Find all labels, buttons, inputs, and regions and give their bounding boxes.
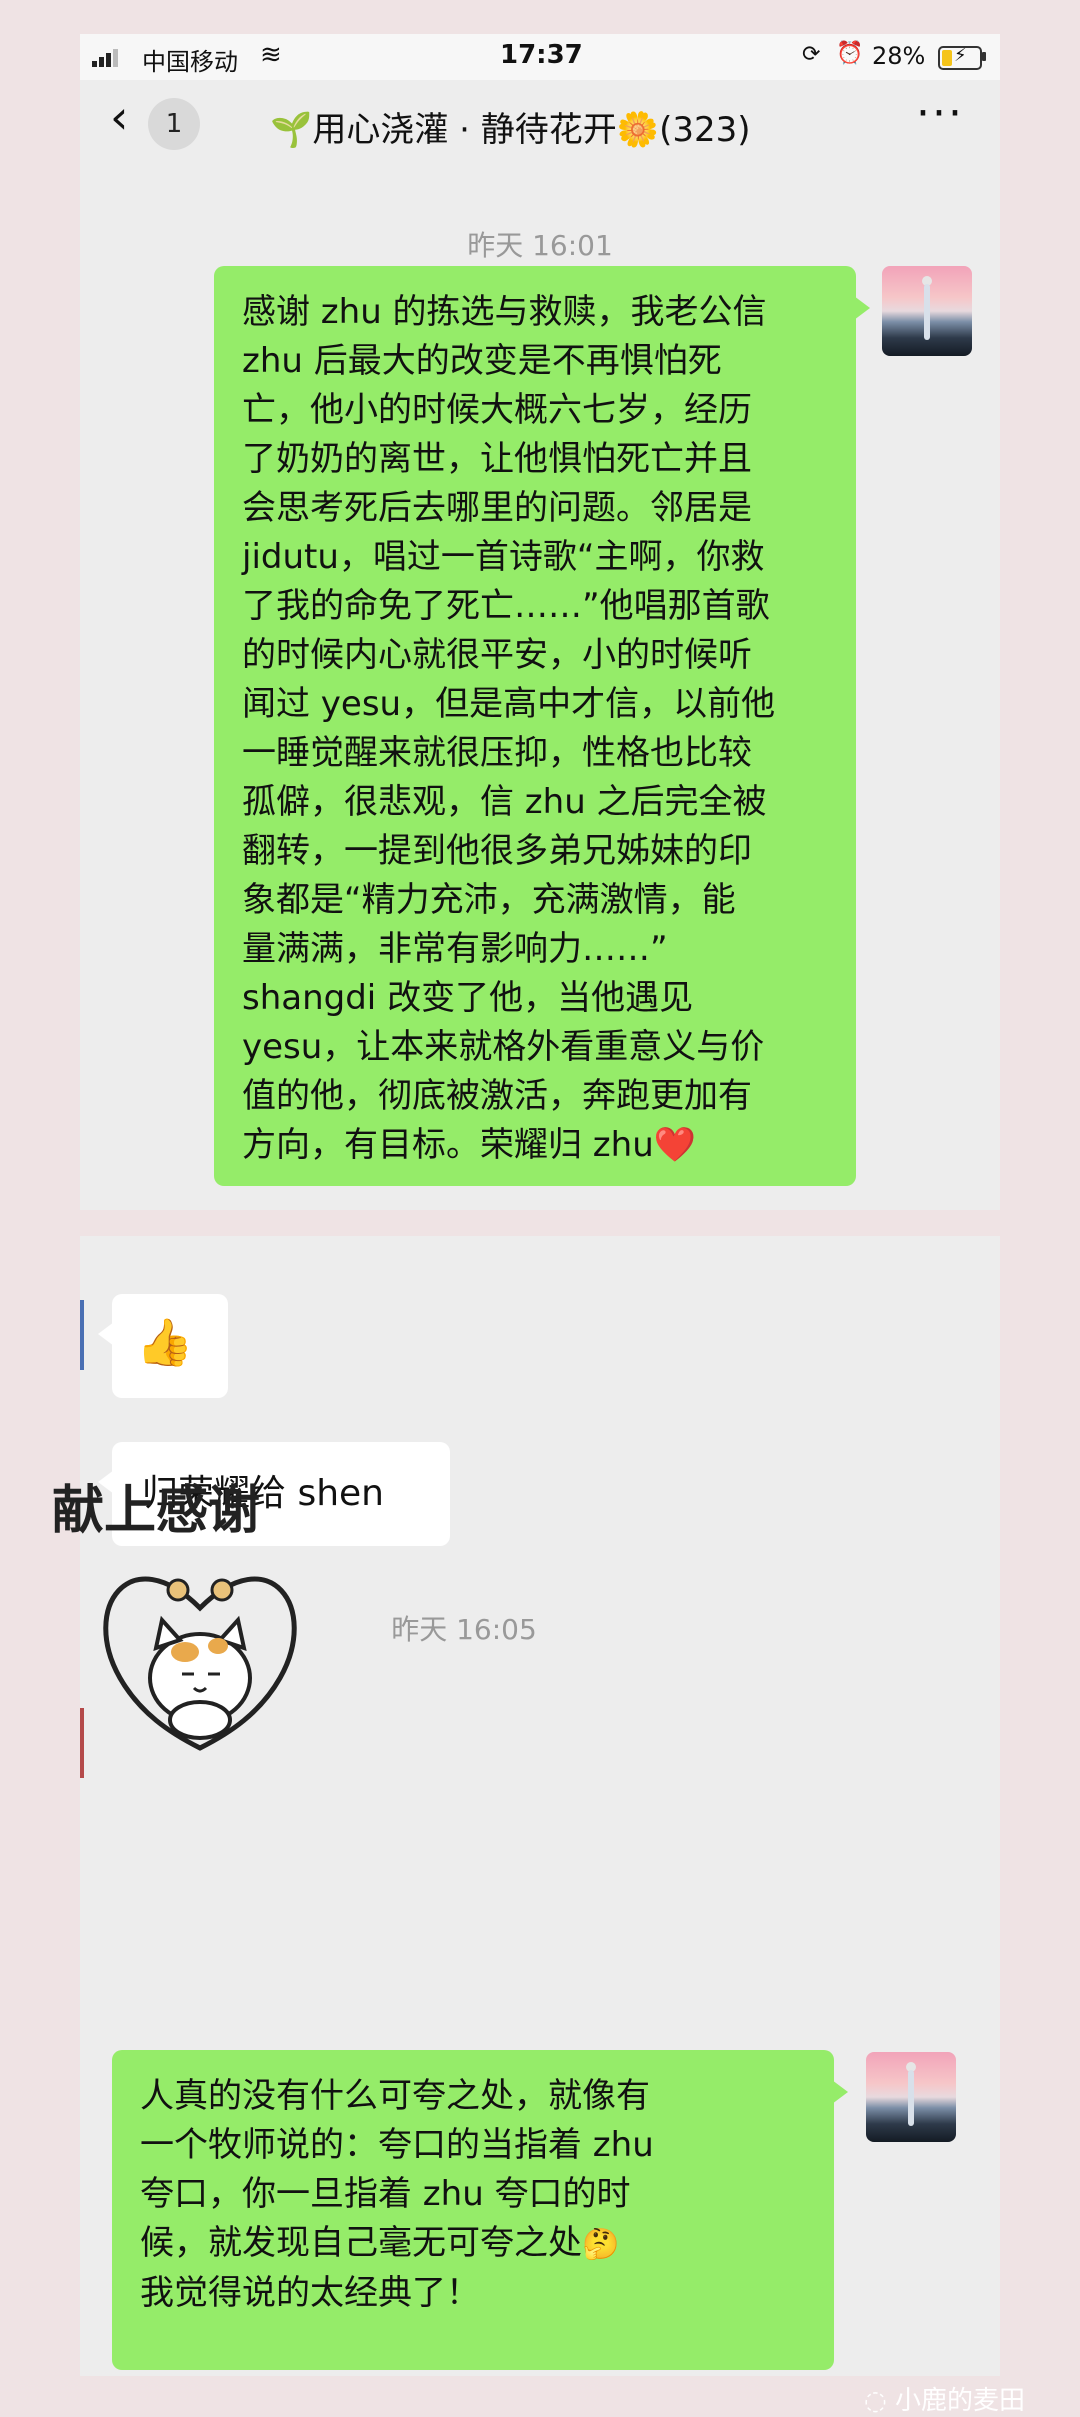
wifi-icon: ≋: [260, 40, 282, 70]
message-line: 方向，有目标。荣耀归 zhu❤️: [242, 1125, 697, 1165]
message-line: 孤僻，很悲观，信 zhu 之后完全被: [242, 782, 767, 822]
alarm-icon: ⏰: [836, 41, 864, 66]
message-line: 象都是“精力充沛，充满激情，能: [242, 880, 736, 920]
message-timestamp: 昨天 16:05: [391, 1613, 537, 1646]
battery-tip: [982, 52, 986, 61]
message-line: 亡，他小的时候大概六七岁，经历: [242, 390, 752, 430]
message-line: 量满满，非常有影响力……”: [242, 929, 668, 969]
message-line: 的时候内心就很平安，小的时候听: [242, 635, 752, 675]
carrier-name: 中国移动: [142, 48, 238, 76]
member-count: (323): [659, 110, 751, 150]
message-line: 一个牧师说的：夸口的当指着 zhu: [140, 2125, 654, 2165]
chat-header: ‹ 1 🌱用心浇灌 · 静待花开🌼(323) ···: [80, 80, 1000, 164]
message-line: 人真的没有什么可夸之处，就像有: [140, 2076, 650, 2116]
message-bubble-long[interactable]: 感谢 zhu 的拣选与救赎，我老公信 zhu 后最大的改变是不再惧怕死 亡，他小的时…: [214, 266, 870, 1186]
avatar[interactable]: [882, 266, 972, 356]
battery-percent: 28%: [872, 42, 926, 70]
message-line: 了我的命免了死亡……”他唱那首歌: [242, 586, 770, 626]
message-line: zhu 后最大的改变是不再惧怕死: [242, 341, 722, 381]
message-line: 了奶奶的离世，让他惧怕死亡并且: [242, 439, 752, 479]
more-options-icon[interactable]: ···: [916, 88, 964, 139]
message-line: jidutu，唱过一首诗歌“主啊，你救: [242, 537, 765, 577]
watermark: ◌ 小鹿的麦田: [864, 2380, 1025, 2417]
message-line: yesu，让本来就格外看重意义与价: [242, 1027, 765, 1067]
message-timestamp: 昨天 16:01: [467, 229, 613, 262]
message-line: 夸口，你一旦指着 zhu 夸口的时: [140, 2174, 631, 2214]
message-line: 会思考死后去哪里的问题。邻居是: [242, 488, 752, 528]
message-bubble-thumbs[interactable]: 👍: [98, 1294, 228, 1398]
message-line: shangdi 改变了他，当他遇见: [242, 978, 694, 1018]
group-name: 用心浇灌 · 静待花开: [312, 110, 617, 150]
message-text: 感谢 zhu 的拣选与救赎，我老公信 zhu 后最大的改变是不再惧怕死 亡，他小的时…: [242, 288, 828, 1170]
message-line: 候，就发现自己毫无可夸之处🤔: [140, 2223, 620, 2263]
heart-icon: ❤️: [653, 1125, 697, 1165]
message-line: 闻过 yesu，但是高中才信，以前他: [242, 684, 776, 724]
avatar[interactable]: [866, 2052, 956, 2142]
unread-badge[interactable]: 1: [148, 98, 200, 150]
message-line: 翻转，一提到他很多弟兄姊妹的印: [242, 831, 752, 871]
message-line: 我觉得说的太经典了！: [140, 2273, 480, 2313]
message-line: 值的他，彻底被激活，奔跑更加有: [242, 1076, 752, 1116]
back-chevron-icon[interactable]: ‹: [110, 94, 128, 140]
watermark-text: 小鹿的麦田: [894, 2386, 1025, 2416]
cat-heart-sticker[interactable]: [70, 1548, 330, 1768]
sunflower-icon: 🌼: [616, 110, 660, 150]
rotation-lock-icon: ⟳: [802, 42, 821, 67]
status-bar: 中国移动 ≋ 17:37 ⟳ ⏰ 28% ⚡: [80, 34, 1000, 80]
sprout-icon: 🌱: [270, 110, 313, 150]
sticker-caption: 献上感谢: [52, 1480, 261, 1541]
message-line: 感谢 zhu 的拣选与救赎，我老公信: [242, 292, 767, 332]
message-line: 一睡觉醒来就很压抑，性格也比较: [242, 733, 752, 773]
wechat-logo-icon: ◌: [864, 2386, 895, 2416]
thinking-face-icon: 🤔: [582, 2227, 620, 2262]
signal-icon: [92, 48, 120, 67]
message-bubble-quote[interactable]: 人真的没有什么可夸之处，就像有 一个牧师说的：夸口的当指着 zhu 夸口，你一旦指着…: [112, 2050, 848, 2370]
chat-screenshot-top: 中国移动 ≋ 17:37 ⟳ ⏰ 28% ⚡ ‹ 1 🌱用心浇灌 · 静待花开🌼…: [80, 34, 1000, 1210]
cropped-avatar-edge: [80, 1300, 84, 1370]
message-text: 人真的没有什么可夸之处，就像有 一个牧师说的：夸口的当指着 zhu 夸口，你一旦指着…: [140, 2072, 806, 2318]
group-title: 🌱用心浇灌 · 静待花开🌼(323): [270, 102, 751, 151]
battery-charging-icon: ⚡: [938, 45, 982, 70]
status-time: 17:37: [500, 40, 583, 70]
thumbs-up-icon: 👍: [136, 1315, 194, 1369]
